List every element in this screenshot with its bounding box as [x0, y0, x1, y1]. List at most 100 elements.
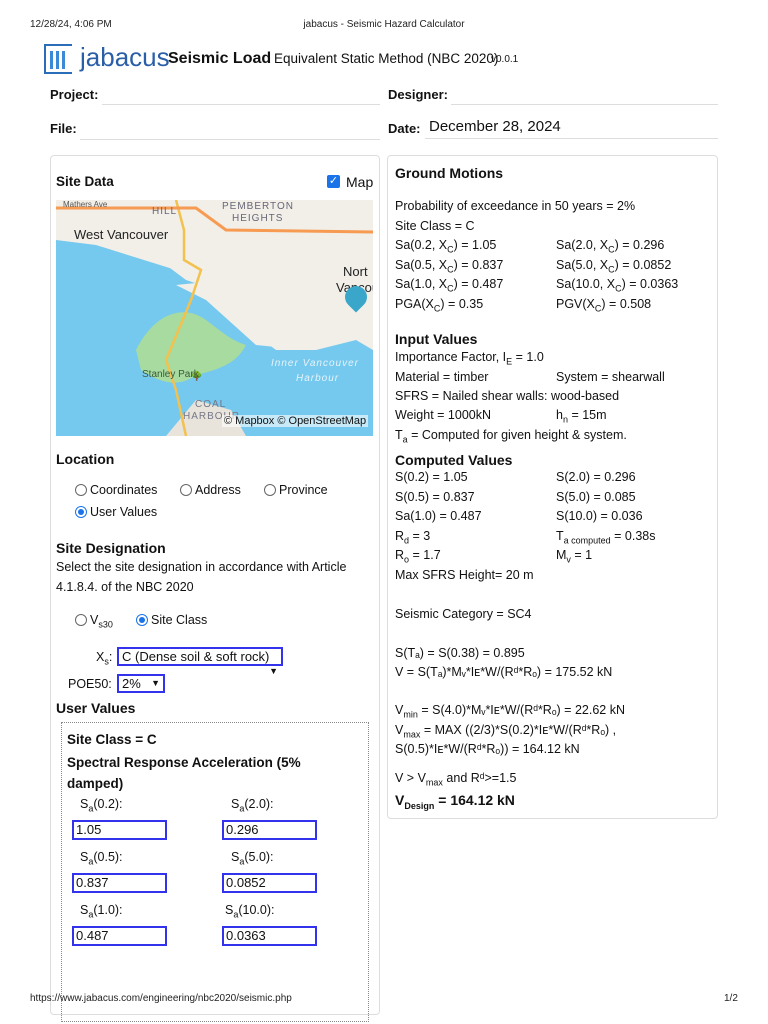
site-designation-title: Site Designation	[56, 540, 166, 556]
s02: S(0.2) = 1.05	[395, 470, 468, 484]
app-subtitle: Equivalent Static Method (NBC 2020)	[274, 51, 499, 66]
t: Sa(2.0, X	[556, 238, 609, 252]
version: v0.0.1	[491, 54, 519, 65]
site-data-title: Site Data	[56, 174, 114, 189]
site-class-text: Site Class = C	[395, 219, 475, 233]
t: T	[556, 529, 564, 543]
radio-label-sub: s30	[98, 619, 113, 630]
select-value: C (Dense soil & soft rock)	[122, 649, 270, 664]
t: = 1	[570, 548, 593, 562]
sa-input[interactable]: 0.837	[72, 873, 167, 893]
s100: S(10.0) = 0.036	[556, 509, 643, 523]
t: ) = 0.296	[614, 238, 665, 252]
t: min	[403, 709, 418, 720]
sa-input[interactable]: 0.296	[222, 820, 317, 840]
t: ) = 0.35	[440, 297, 484, 312]
location-title: Location	[56, 451, 115, 467]
system-text: System = shearwall	[556, 370, 665, 384]
t: Design	[404, 800, 435, 811]
sa-input[interactable]: 1.05	[72, 820, 167, 840]
print-url: https://www.jabacus.com/engineering/nbc2…	[30, 993, 292, 1004]
print-page: 1/2	[724, 993, 738, 1004]
poe-text: Probability of exceedance in 50 years = …	[395, 199, 636, 213]
material-text: Material = timber	[395, 370, 489, 384]
file-label: File:	[50, 121, 77, 136]
t: ) = 0.837	[453, 257, 504, 272]
sa-label-text: (2.0):	[244, 797, 274, 811]
map-label-inner: Inner Vancouver	[271, 358, 360, 369]
map-label-west-vancouver: West Vancouver	[74, 227, 169, 242]
map-label-hill: HILL	[152, 206, 178, 217]
sa-input[interactable]: 0.0363	[222, 926, 317, 946]
radio-vs30[interactable]: Vs30	[75, 613, 113, 630]
t: Sa(1.0, X	[395, 277, 448, 292]
print-title: jabacus - Seismic Hazard Calculator	[303, 19, 465, 30]
poe50-label: POE50:	[68, 677, 112, 691]
ground-motions-title: Ground Motions	[395, 165, 504, 181]
computed-values-title: Computed Values	[395, 452, 513, 468]
ground-motion-value: PGA(XC) = 0.35	[395, 295, 483, 319]
project-input[interactable]	[102, 104, 380, 105]
ta-text: Ta = Computed for given height & system.	[395, 426, 627, 450]
date-input[interactable]: December 28, 2024	[425, 118, 718, 139]
sa-label: Sa(5.0):	[231, 850, 274, 867]
mv: Mv = 1	[556, 546, 592, 570]
sa-label-text: (0.2):	[93, 797, 123, 811]
map-checkbox[interactable]: ✓	[327, 175, 340, 188]
chevron-down-icon: ▼	[151, 678, 160, 688]
select-value: 2%	[122, 676, 141, 691]
condition: V > Vmax and Rᵈ>=1.5	[395, 769, 516, 793]
map-label-mathers: Mathers Ave	[63, 200, 108, 209]
location-radio-coordinates[interactable]: Coordinates	[75, 483, 157, 497]
user-values-title: User Values	[56, 700, 136, 716]
site-map[interactable]: 🌳 Mathers Ave HILL PEMBERTON HEIGHTS Wes…	[56, 200, 373, 436]
date-label: Date:	[388, 121, 421, 136]
s05: S(0.5) = 0.837	[395, 490, 475, 504]
map-attribution[interactable]: © Mapbox © OpenStreetMap	[222, 415, 369, 427]
designer-label: Designer:	[388, 87, 448, 102]
t: ) = 1.05	[453, 238, 497, 252]
site-designation-description: Select the site designation in accordanc…	[56, 560, 347, 594]
t: h	[556, 408, 563, 422]
user-site-class: Site Class = C	[67, 732, 157, 747]
max-height: Max SFRS Height= 20 m	[395, 568, 534, 582]
location-radio-province[interactable]: Province	[264, 483, 328, 497]
radio-label: Address	[195, 483, 241, 497]
designer-input[interactable]	[451, 104, 718, 105]
t: Importance Factor, I	[395, 350, 507, 364]
t: = 3	[409, 529, 431, 543]
xs-label: Xs:	[96, 650, 112, 667]
t: PGV(X	[556, 297, 595, 312]
t: = 1.7	[409, 548, 441, 562]
radio-label: User Values	[90, 505, 158, 519]
t: = 15m	[567, 408, 607, 422]
map-label: Map	[346, 174, 374, 190]
poe50-select[interactable]: 2% ▼	[117, 674, 165, 693]
location-radio-address[interactable]: Address	[180, 483, 241, 497]
sa-label: Sa(0.5):	[80, 850, 123, 867]
radio-label: Coordinates	[90, 483, 158, 497]
file-input[interactable]	[80, 139, 380, 140]
map-label-coal: COAL	[195, 399, 227, 410]
site-class-select[interactable]: C (Dense soil & soft rock) ▼	[117, 647, 283, 676]
t: ) = 0.0852	[614, 257, 672, 272]
map-label-north: Nort	[343, 264, 368, 279]
t: ) = 0.508	[601, 297, 652, 312]
sa-input[interactable]: 0.0852	[222, 873, 317, 893]
sa-label-text: (5.0):	[244, 850, 274, 864]
input-values-title: Input Values	[395, 331, 478, 347]
t: PGA(X	[395, 297, 434, 312]
sa-label: Sa(10.0):	[225, 903, 275, 920]
t: = MAX ((2/3)*S(0.2)*Iᴇ*W/(Rᵈ*Rₒ) ,	[420, 723, 617, 737]
t: Sa(0.5, X	[395, 257, 448, 272]
map-label-harbour: Harbour	[296, 373, 340, 384]
s-ta: S(Tₐ) = S(0.38) = 0.895	[395, 646, 525, 660]
vmax-formula-2: S(0.5)*Iᴇ*W/(Rᵈ*Rₒ)) = 164.12 kN	[395, 742, 580, 756]
t: max	[403, 729, 421, 740]
radio-label: Site Class	[151, 613, 208, 627]
sa-input[interactable]: 0.487	[72, 926, 167, 946]
spectral-title: Spectral Response Acceleration (5% dampe…	[67, 755, 301, 791]
radio-site-class[interactable]: Site Class	[136, 613, 207, 627]
sa-label-text: (10.0):	[238, 903, 275, 917]
location-radio-user-values[interactable]: User Values	[75, 505, 157, 519]
